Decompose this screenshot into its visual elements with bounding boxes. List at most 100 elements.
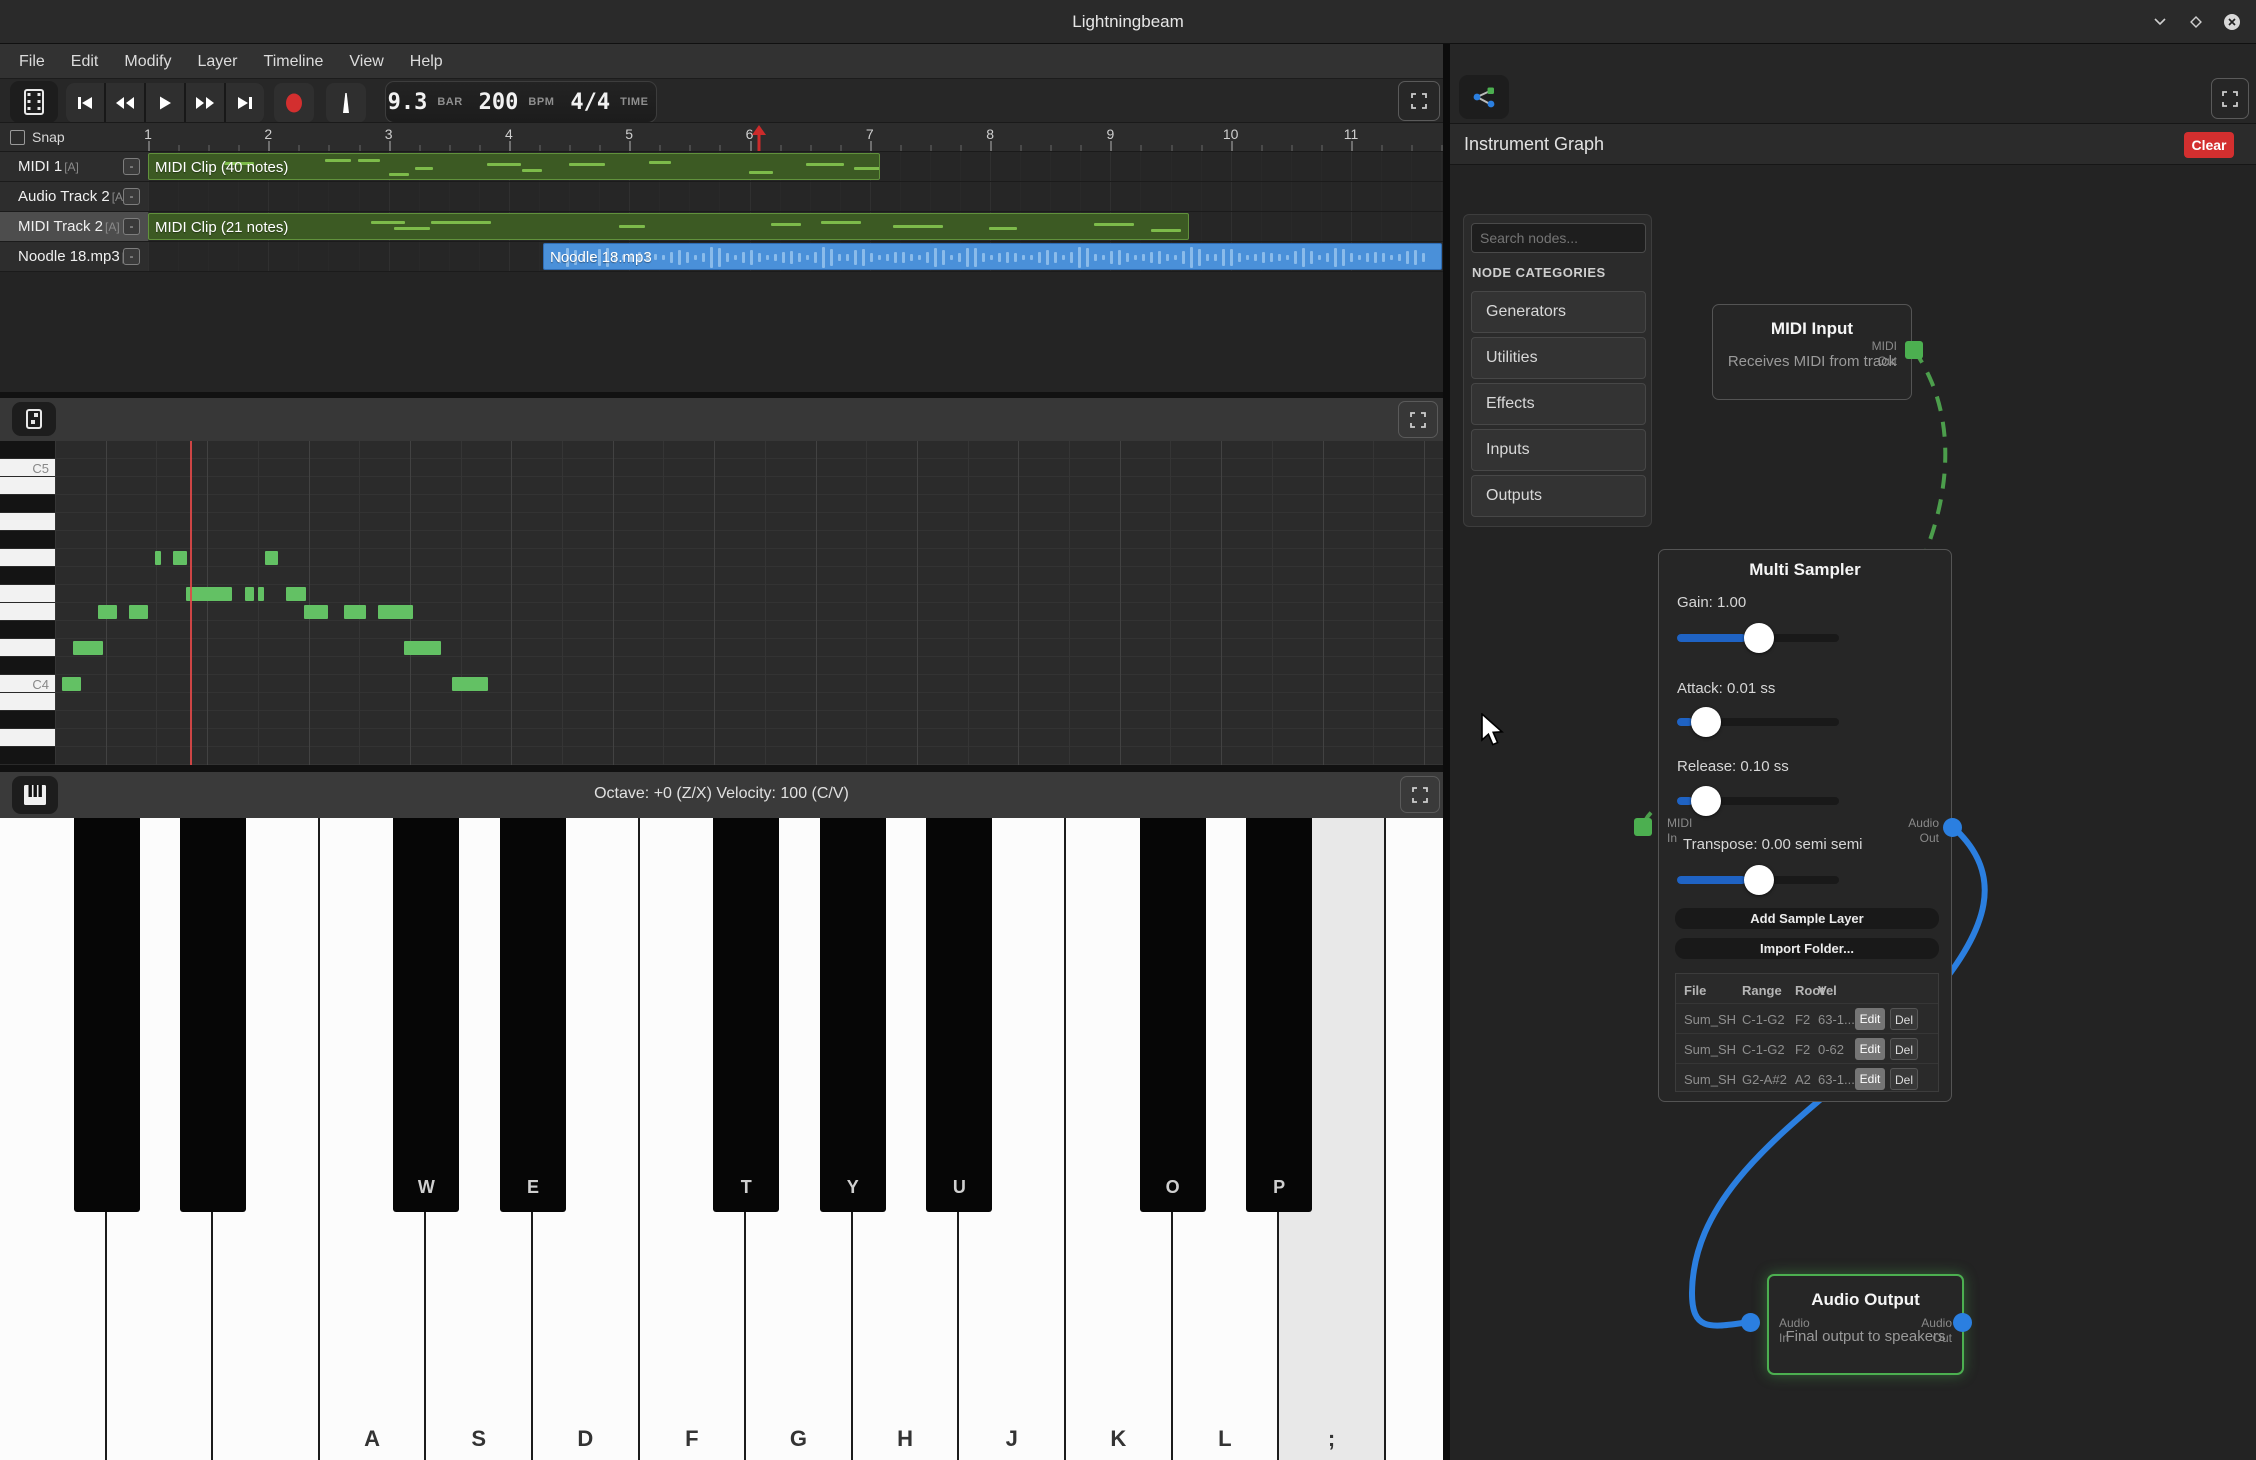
midi-note[interactable] — [129, 605, 148, 619]
track-mute-button[interactable]: - — [123, 188, 140, 205]
category-generators[interactable]: Generators — [1471, 291, 1646, 333]
minimize-button[interactable] — [2148, 10, 2172, 34]
midi-note[interactable] — [404, 641, 441, 655]
sampler-midi-in-connector[interactable] — [1634, 818, 1652, 836]
menu-item-file[interactable]: File — [6, 44, 58, 79]
gain-slider[interactable] — [1677, 634, 1839, 642]
release-slider-thumb[interactable] — [1691, 786, 1721, 816]
black-key-Y[interactable]: Y — [820, 818, 886, 1212]
gain-slider-thumb[interactable] — [1744, 623, 1774, 653]
output-audio-out-connector[interactable] — [1953, 1313, 1972, 1332]
track-mute-button[interactable]: - — [123, 218, 140, 235]
category-effects[interactable]: Effects — [1471, 383, 1646, 425]
track-header-1[interactable]: MIDI 1[A]- — [0, 152, 148, 182]
mini-key-F#4[interactable] — [0, 567, 55, 585]
snap-checkbox[interactable] — [10, 130, 25, 145]
midi-note[interactable] — [265, 551, 278, 565]
midi-note[interactable] — [378, 605, 413, 619]
transpose-slider-thumb[interactable] — [1744, 865, 1774, 895]
black-key-E[interactable]: E — [500, 818, 566, 1212]
mini-key-D4[interactable] — [0, 639, 55, 657]
track-header-3[interactable]: MIDI Track 2[A]- — [0, 212, 148, 242]
mini-key-D#4[interactable] — [0, 621, 55, 639]
track-lane[interactable]: Noodle 18.mp3 — [148, 242, 1443, 272]
timeline-ruler[interactable]: Snap 1234567891011 — [0, 122, 1443, 152]
menu-item-timeline[interactable]: Timeline — [251, 44, 337, 79]
midi-note[interactable] — [286, 587, 306, 601]
midi-note[interactable] — [73, 641, 103, 655]
skip-end-button[interactable] — [226, 83, 264, 123]
midi-note[interactable] — [98, 605, 117, 619]
playhead-marker[interactable] — [751, 125, 767, 152]
piano-roll-grid[interactable]: C5 C4 — [0, 441, 1443, 765]
white-key-x13[interactable] — [1386, 818, 1443, 1460]
node-multi-sampler[interactable]: Multi Sampler Gain: 1.00 Attack: 0.01 ss… — [1658, 549, 1952, 1102]
release-slider[interactable] — [1677, 797, 1839, 805]
record-button[interactable] — [274, 83, 314, 123]
mini-key-B3[interactable] — [0, 693, 55, 711]
mini-key-C#5[interactable] — [0, 441, 55, 459]
midi-note[interactable] — [452, 677, 488, 691]
clear-graph-button[interactable]: Clear — [2184, 132, 2234, 158]
midi-clip[interactable]: MIDI Clip (21 notes) — [148, 213, 1189, 240]
transpose-slider[interactable] — [1677, 876, 1839, 884]
track-mute-button[interactable]: - — [123, 158, 140, 175]
node-midi-input[interactable]: MIDI Input Receives MIDI from track MIDI… — [1712, 304, 1912, 400]
mini-key-A4[interactable] — [0, 513, 55, 531]
node-audio-output[interactable]: Audio Output Final output to speakers Au… — [1767, 1274, 1964, 1375]
add-sample-layer-button[interactable]: Add Sample Layer — [1675, 908, 1939, 929]
edit-sample-button[interactable]: Edit — [1855, 1068, 1885, 1090]
midi-note[interactable] — [258, 587, 264, 601]
track-lane[interactable] — [148, 182, 1443, 212]
maximize-button[interactable] — [2184, 10, 2208, 34]
close-button[interactable] — [2220, 10, 2244, 34]
midi-note[interactable] — [245, 587, 254, 601]
midi-note[interactable] — [155, 551, 161, 565]
edit-sample-button[interactable]: Edit — [1855, 1038, 1885, 1060]
graph-canvas[interactable]: NODE CATEGORIES GeneratorsUtilitiesEffec… — [1450, 165, 2256, 1460]
track-header-2[interactable]: Audio Track 2[A]- — [0, 182, 148, 212]
midi-out-connector[interactable] — [1905, 341, 1923, 359]
mini-key-G4[interactable] — [0, 549, 55, 567]
track-mute-button[interactable]: - — [123, 248, 140, 265]
category-outputs[interactable]: Outputs — [1471, 475, 1646, 517]
mini-key-C4[interactable]: C4 — [0, 675, 55, 693]
mini-key-G#4[interactable] — [0, 531, 55, 549]
mini-key-A#3[interactable] — [0, 711, 55, 729]
menu-item-edit[interactable]: Edit — [58, 44, 112, 79]
midi-note[interactable] — [173, 551, 187, 565]
menu-item-layer[interactable]: Layer — [184, 44, 250, 79]
rewind-button[interactable] — [106, 83, 144, 123]
mini-key-E4[interactable] — [0, 603, 55, 621]
black-key-T[interactable]: T — [713, 818, 779, 1212]
mini-key-A#4[interactable] — [0, 495, 55, 513]
menu-item-view[interactable]: View — [336, 44, 396, 79]
mini-key-F4[interactable] — [0, 585, 55, 603]
attack-slider[interactable] — [1677, 718, 1839, 726]
track-header-4[interactable]: Noodle 18.mp3[A]- — [0, 242, 148, 272]
delete-sample-button[interactable]: Del — [1890, 1038, 1918, 1060]
timeline-expand-button[interactable] — [1398, 81, 1440, 121]
menu-item-modify[interactable]: Modify — [111, 44, 184, 79]
piano-roll-panel-button[interactable] — [12, 402, 56, 436]
midi-note[interactable] — [186, 587, 232, 601]
black-key-P[interactable]: P — [1246, 818, 1312, 1212]
midi-clip[interactable]: MIDI Clip (40 notes) — [148, 153, 880, 180]
delete-sample-button[interactable]: Del — [1890, 1008, 1918, 1030]
track-lane[interactable]: MIDI Clip (21 notes) — [148, 212, 1443, 242]
timeline-panel-button[interactable] — [10, 81, 58, 123]
metronome-button[interactable] — [326, 83, 366, 123]
sampler-audio-out-connector[interactable] — [1943, 818, 1962, 837]
mini-key-C#4[interactable] — [0, 657, 55, 675]
graph-expand-button[interactable] — [2211, 78, 2249, 119]
black-key-x0[interactable] — [74, 818, 140, 1212]
output-audio-in-connector[interactable] — [1741, 1313, 1760, 1332]
category-inputs[interactable]: Inputs — [1471, 429, 1646, 471]
mini-key-A3[interactable] — [0, 729, 55, 747]
midi-note[interactable] — [62, 677, 81, 691]
import-folder-button[interactable]: Import Folder... — [1675, 938, 1939, 959]
keyboard-expand-button[interactable] — [1400, 776, 1440, 813]
mini-key-C5[interactable]: C5 — [0, 459, 55, 477]
category-utilities[interactable]: Utilities — [1471, 337, 1646, 379]
mini-key-B4[interactable] — [0, 477, 55, 495]
